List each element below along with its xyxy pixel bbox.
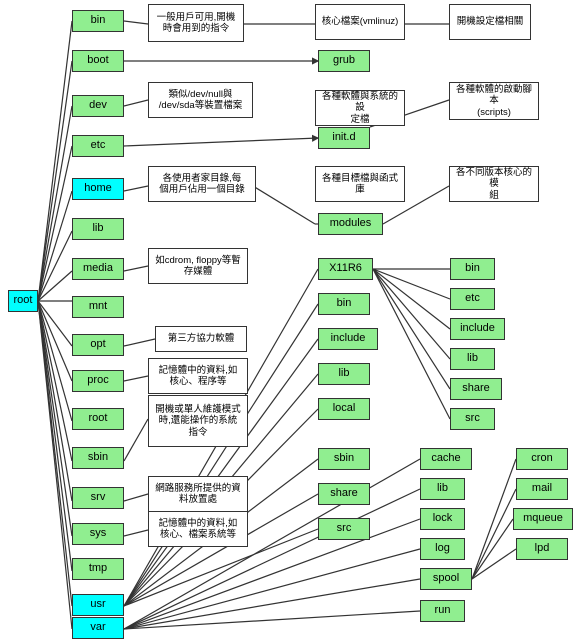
- include3-node: include: [450, 318, 505, 340]
- etc-desc-label: 各種軟體與系統的設定檔: [315, 90, 405, 126]
- lpd-node: lpd: [516, 538, 568, 560]
- bin-node: bin: [72, 10, 124, 32]
- sbin-desc-label: 開機或單人維護模式時,還能操作的系統指令: [148, 395, 248, 447]
- cron-node: cron: [516, 448, 568, 470]
- lib-node: lib: [72, 218, 124, 240]
- vmlinuz-desc-label: 核心檔案(vmlinuz): [315, 4, 405, 40]
- root-dir-node: root: [72, 408, 124, 430]
- home-node: home: [72, 178, 124, 200]
- media-desc-label: 如cdrom, floppy等暫存媒體: [148, 248, 248, 284]
- sbin2-node: sbin: [318, 448, 370, 470]
- src2-node: src: [450, 408, 495, 430]
- diff-kernel-label: 各不同版本核心的模組: [449, 166, 539, 202]
- local-node: local: [318, 398, 370, 420]
- sbin-node: sbin: [72, 447, 124, 469]
- cache-node: cache: [420, 448, 472, 470]
- tmp-node: tmp: [72, 558, 124, 580]
- lib4-node: lib: [420, 478, 465, 500]
- dev-node: dev: [72, 95, 124, 117]
- X11R6-node: X11R6: [318, 258, 373, 280]
- run-node: run: [420, 600, 465, 622]
- mail-node: mail: [516, 478, 568, 500]
- mqueue-node: mqueue: [513, 508, 573, 530]
- proc-node: proc: [72, 370, 124, 392]
- lib3-node: lib: [450, 348, 495, 370]
- share-node: share: [318, 483, 370, 505]
- modules-node: modules: [318, 213, 383, 235]
- targets-desc-label: 各種目標檔與函式庫: [315, 166, 405, 202]
- spool-node: spool: [420, 568, 472, 590]
- lock-node: lock: [420, 508, 465, 530]
- media-node: media: [72, 258, 124, 280]
- dev-desc-label: 類似/dev/null與/dev/sda等裝置檔案: [148, 82, 253, 118]
- initd-node: init.d: [318, 127, 370, 149]
- mnt-node: mnt: [72, 296, 124, 318]
- etc-node: etc: [72, 135, 124, 157]
- srv-desc-label: 網路服務所提供的資料放置處: [148, 476, 248, 512]
- sys-desc-label: 記憶體中的資料,如核心、檔案系統等: [148, 511, 248, 547]
- include2-node: include: [318, 328, 378, 350]
- root-node: root: [8, 290, 38, 312]
- opt-desc-label: 第三方協力軟體: [155, 326, 247, 352]
- usr-node: usr: [72, 594, 124, 616]
- boot-node: boot: [72, 50, 124, 72]
- bin2-node: bin: [318, 293, 370, 315]
- scripts-desc-label: 各種軟體的啟動腳本(scripts): [449, 82, 539, 120]
- etc2-node: etc: [450, 288, 495, 310]
- sys-node: sys: [72, 523, 124, 545]
- boot-scripts-label: 開機設定檔相關: [449, 4, 531, 40]
- srv-node: srv: [72, 487, 124, 509]
- filesystem-diagram: root bin boot dev etc home lib media mnt…: [0, 0, 587, 636]
- home-desc-label: 各使用者家目錄,每個用戶佔用一個目錄: [148, 166, 256, 202]
- grub-node: grub: [318, 50, 370, 72]
- log-node: log: [420, 538, 465, 560]
- share2-node: share: [450, 378, 502, 400]
- bin3-node: bin: [450, 258, 495, 280]
- proc-desc-label: 記憶體中的資料,如核心、程序等: [148, 358, 248, 394]
- src-node: src: [318, 518, 370, 540]
- opt-node: opt: [72, 334, 124, 356]
- lib2-node: lib: [318, 363, 370, 385]
- bin-desc-label: 一般用戶可用,開機時會用到的指令: [148, 4, 244, 42]
